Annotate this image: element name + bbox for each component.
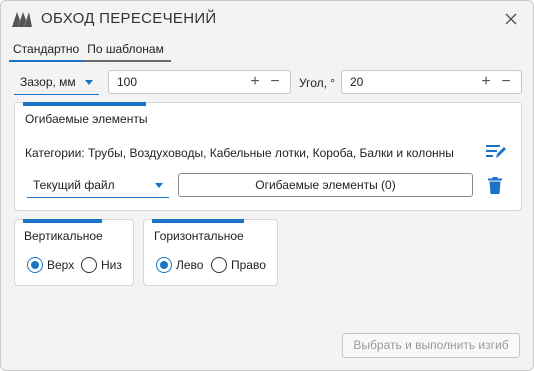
tab-standard[interactable]: Стандартно [9,40,84,62]
gap-unit-select[interactable]: Зазор, мм [14,70,99,95]
bypassed-elements-panel: Огибаемые элементы Категории: Трубы, Воз… [14,102,522,211]
angle-input[interactable]: 20 + − [341,70,522,94]
radio-right-label: Право [231,258,266,272]
source-file-label: Текущий файл [33,178,115,192]
angle-increment-button[interactable]: + [477,73,495,91]
angle-value: 20 [350,75,364,89]
gap-decrement-button[interactable]: − [266,73,284,91]
vertical-panel: Вертикальное Верх Низ [14,219,134,286]
radio-bottom[interactable]: Низ [81,257,122,273]
window-title: ОБХОД ПЕРЕСЕЧЕНИЙ [41,10,217,27]
radio-top[interactable]: Верх [27,257,74,273]
chevron-down-icon [85,80,93,85]
gap-input[interactable]: 100 + − [108,70,291,94]
panel-accent [152,219,244,223]
dialog-window: ОБХОД ПЕРЕСЕЧЕНИЙ Стандартно По шаблонам… [0,0,534,371]
radio-top-label: Верх [47,258,75,272]
radio-unchecked-icon [211,257,227,273]
horizontal-title: Горизонтальное [154,229,244,243]
panel-accent [23,102,146,106]
angle-label: Угол, ° [299,76,336,90]
gap-select-label: Зазор, мм [20,75,76,89]
panel-accent [23,219,102,223]
gap-increment-button[interactable]: + [246,73,264,91]
source-file-select[interactable]: Текущий файл [27,173,169,198]
radio-checked-icon [156,257,172,273]
radio-right[interactable]: Право [211,257,266,273]
vertical-title: Вертикальное [24,229,103,243]
angle-decrement-button[interactable]: − [497,73,515,91]
radio-left[interactable]: Лево [156,257,203,273]
bypassed-elements-button[interactable]: Огибаемые элементы (0) [178,173,473,197]
radio-checked-icon [27,257,43,273]
categories-text: Категории: Трубы, Воздуховоды, Кабельные… [25,146,454,160]
bypassed-elements-title: Огибаемые элементы [25,112,148,126]
horizontal-panel: Горизонтальное Лево Право [143,219,278,286]
tab-templates[interactable]: По шаблонам [83,40,168,60]
radio-left-label: Лево [176,258,204,272]
chevron-down-icon [155,183,163,188]
edit-list-icon[interactable] [485,143,507,159]
radio-bottom-label: Низ [101,258,122,272]
close-icon[interactable] [503,11,519,27]
title-bar: ОБХОД ПЕРЕСЕЧЕНИЙ [1,1,533,37]
trash-icon[interactable] [488,177,502,195]
gap-value: 100 [117,75,138,89]
radio-unchecked-icon [81,257,97,273]
select-and-bend-button[interactable]: Выбрать и выполнить изгиб [342,333,520,358]
app-logo-icon [12,12,32,27]
mode-tabs: Стандартно По шаблонам [9,40,171,62]
